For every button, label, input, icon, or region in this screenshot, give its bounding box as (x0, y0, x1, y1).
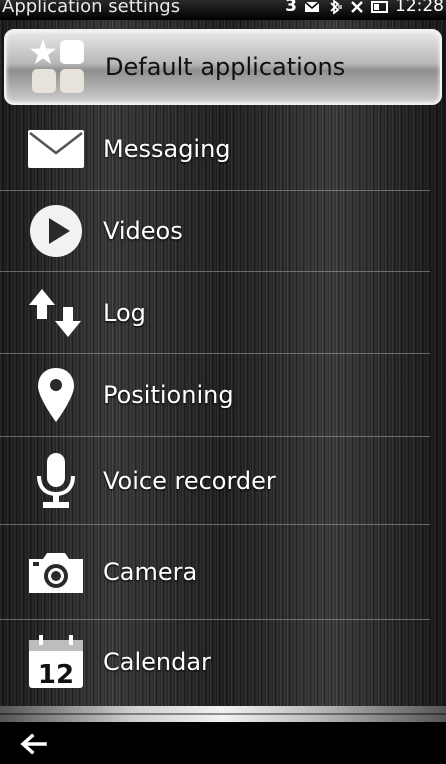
list-item-label: Log (103, 298, 146, 327)
battery-icon (371, 1, 388, 13)
clock: 12:28 (395, 0, 444, 16)
list-item-default-applications[interactable]: Default applications (4, 29, 442, 105)
list-item-log[interactable]: Log (0, 272, 430, 354)
list-item-label: Default applications (105, 53, 346, 81)
toolbar-separator (0, 706, 446, 722)
envelope-icon (304, 0, 320, 20)
list-item-label: Camera (103, 558, 198, 586)
calendar-day-number: 12 (38, 660, 74, 690)
list-item-label: Voice recorder (103, 466, 276, 495)
list-item-voice-recorder[interactable]: Voice recorder (0, 437, 430, 525)
bluetooth-icon (327, 0, 343, 20)
list-item-calendar[interactable]: 12 Calendar (0, 620, 430, 704)
camera-icon (26, 542, 86, 602)
list-item-videos[interactable]: Videos (0, 191, 430, 272)
settings-list: Default applications Messaging Videos Lo… (0, 20, 446, 708)
list-item-label: Messaging (103, 134, 231, 163)
no-signal-icon (350, 0, 364, 20)
calendar-icon: 12 (26, 632, 86, 692)
list-item-label: Videos (103, 217, 183, 245)
log-arrows-icon (26, 283, 86, 343)
list-item-positioning[interactable]: Positioning (0, 354, 430, 437)
status-title: Application settings (2, 0, 181, 17)
bottom-toolbar (0, 722, 446, 764)
list-item-label: Positioning (103, 381, 234, 409)
microphone-icon (26, 451, 86, 511)
envelope-icon (26, 119, 86, 179)
list-item-label: Calendar (103, 648, 211, 676)
back-arrow-icon[interactable] (16, 730, 50, 758)
list-item-camera[interactable]: Camera (0, 525, 430, 620)
default-apps-icon (28, 37, 88, 97)
status-icons: 3 12:28 (285, 0, 444, 16)
list-item-messaging[interactable]: Messaging (0, 107, 430, 191)
signal-3g-icon: 3 (285, 0, 297, 16)
play-icon (26, 201, 86, 261)
location-pin-icon (26, 365, 86, 425)
status-bar: Application settings 3 12:28 (0, 0, 446, 20)
